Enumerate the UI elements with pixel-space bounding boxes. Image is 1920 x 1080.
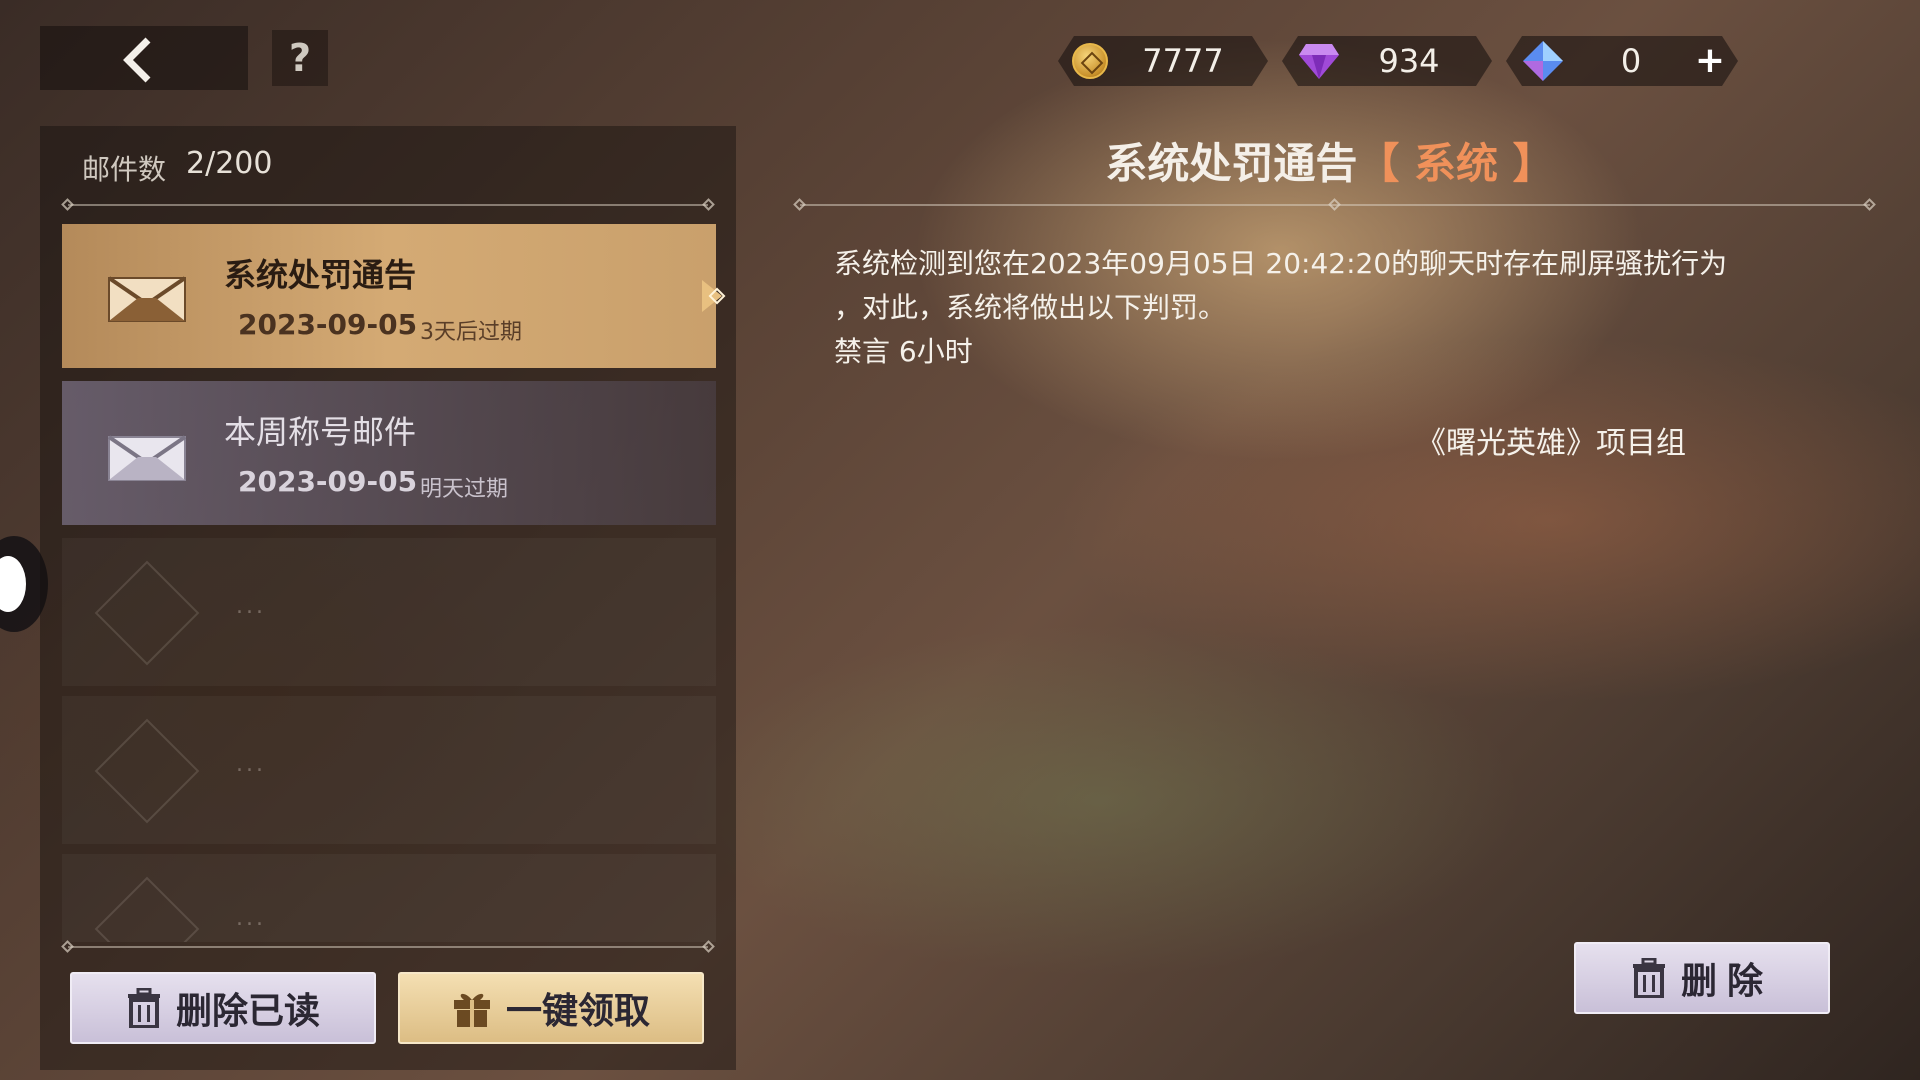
currency-gem: 934 bbox=[1282, 36, 1492, 86]
empty-slot-diamond-icon bbox=[94, 876, 200, 942]
envelope-icon bbox=[108, 276, 186, 322]
mail-detail-title: 系统处罚通告【 系统 】 bbox=[1000, 130, 1660, 191]
add-currency-button[interactable]: + bbox=[1690, 36, 1730, 86]
empty-slot-ellipsis: ... bbox=[236, 752, 266, 777]
mail-signature: 《曙光英雄》项目组 bbox=[1416, 426, 1686, 461]
mail-item-title: 系统处罚通告 bbox=[224, 256, 417, 294]
mail-detail-title-text: 系统处罚通告 bbox=[1105, 139, 1358, 188]
currency-gold-value: 7777 bbox=[1142, 42, 1224, 80]
claim-all-button[interactable]: 一键领取 bbox=[398, 972, 704, 1044]
divider-center-diamond bbox=[1328, 198, 1341, 211]
delete-read-label: 删除已读 bbox=[175, 991, 320, 1032]
empty-slot-diamond-icon bbox=[94, 718, 200, 824]
empty-slot-diamond-icon bbox=[94, 560, 200, 666]
empty-mail-slot: ... bbox=[62, 696, 716, 844]
empty-slot-ellipsis: ... bbox=[236, 906, 266, 931]
list-bottom-divider bbox=[68, 946, 708, 948]
divider-end-diamond bbox=[793, 198, 806, 211]
trash-icon bbox=[1632, 958, 1665, 998]
mail-item-date: 2023-09-05 bbox=[238, 308, 418, 341]
mail-item[interactable]: 本周称号邮件 2023-09-05 明天过期 bbox=[62, 381, 716, 525]
envelope-icon bbox=[108, 435, 186, 481]
list-top-divider bbox=[68, 204, 708, 206]
delete-mail-button[interactable]: 删除 bbox=[1574, 942, 1830, 1014]
empty-slot-ellipsis: ... bbox=[236, 594, 266, 619]
help-button[interactable]: ? bbox=[272, 30, 328, 86]
mail-body-line: 禁言 6小时 bbox=[834, 335, 973, 368]
mail-count-label: 邮件数 bbox=[82, 153, 167, 186]
currency-gem-value: 934 bbox=[1378, 42, 1440, 80]
divider-end-diamond bbox=[1863, 198, 1876, 211]
blue-crystal-icon bbox=[1522, 40, 1564, 82]
selected-pointer-icon bbox=[702, 280, 726, 312]
empty-mail-slot: ... bbox=[62, 538, 716, 686]
mail-item-selected[interactable]: 系统处罚通告 2023-09-05 3天后过期 bbox=[62, 224, 716, 368]
purple-gem-icon bbox=[1298, 42, 1340, 80]
gift-icon bbox=[453, 993, 490, 1027]
trash-icon bbox=[127, 988, 160, 1028]
currency-crystal-value: 0 bbox=[1620, 42, 1642, 80]
mail-item-title: 本周称号邮件 bbox=[224, 413, 417, 451]
mail-sender-tag: 【 系统 】 bbox=[1357, 139, 1555, 188]
empty-mail-slot: ... bbox=[62, 854, 716, 942]
mail-item-expiry: 3天后过期 bbox=[420, 320, 522, 345]
gold-coin-icon bbox=[1072, 43, 1108, 79]
mail-item-expiry: 明天过期 bbox=[420, 477, 509, 502]
back-arrow-icon bbox=[123, 37, 151, 83]
delete-read-button[interactable]: 删除已读 bbox=[70, 972, 376, 1044]
mail-item-date: 2023-09-05 bbox=[238, 465, 418, 498]
mail-body-line: 系统检测到您在2023年09月05日 20:42:20的聊天时存在刷屏骚扰行为 bbox=[834, 247, 1728, 280]
mail-detail-body: 系统检测到您在2023年09月05日 20:42:20的聊天时存在刷屏骚扰行为 … bbox=[834, 242, 1844, 374]
delete-mail-label: 删除 bbox=[1680, 961, 1773, 1002]
claim-all-label: 一键领取 bbox=[505, 991, 650, 1032]
currency-gold: 7777 bbox=[1058, 36, 1268, 86]
mail-body-line: ，对此，系统将做出以下判罚。 bbox=[834, 291, 1227, 324]
mail-count-value: 2/200 bbox=[186, 146, 273, 181]
